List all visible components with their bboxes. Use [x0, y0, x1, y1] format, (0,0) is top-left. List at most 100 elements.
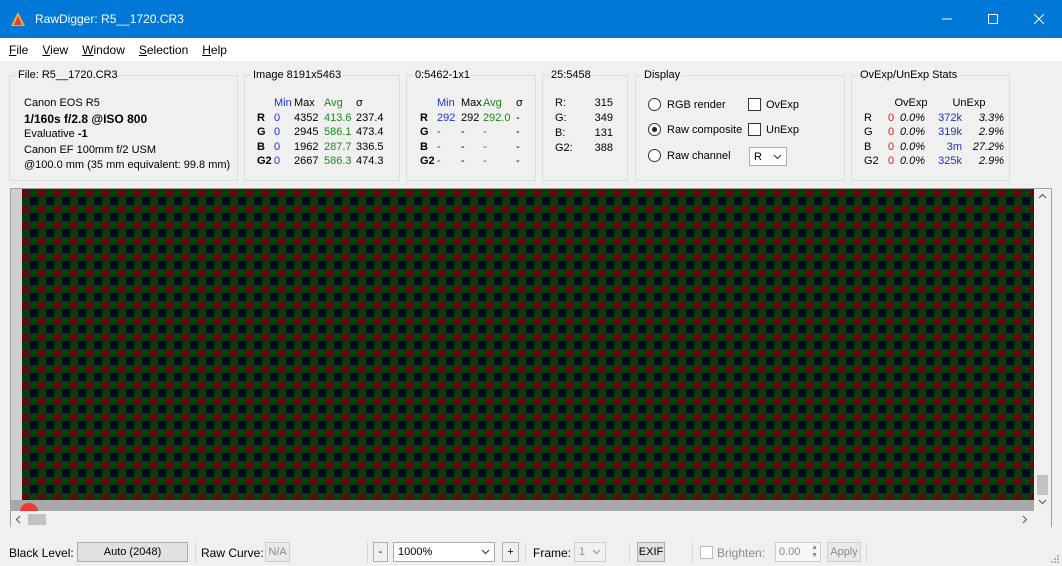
raw-channel-select[interactable]: R	[749, 147, 787, 166]
frame-select[interactable]: 1	[574, 542, 606, 562]
zoom-select[interactable]: 1000%	[393, 542, 495, 562]
table-row: B 0 0.0% 3m 27.2%	[864, 140, 1004, 153]
minimize-button[interactable]	[924, 0, 970, 38]
raw-channel-radio[interactable]: Raw channel	[648, 149, 731, 162]
table-row: G 0 2945 586.1 473.4	[257, 126, 384, 138]
table-row: R 0 0.0% 372k 3.3%	[864, 111, 1004, 124]
raw-composite-radio[interactable]: Raw composite	[648, 123, 742, 136]
table-row: B - - - -	[420, 140, 520, 153]
radio-circle-icon	[648, 98, 661, 111]
viewer-bottom-margin	[11, 500, 1034, 511]
chevron-right-icon[interactable]	[1022, 515, 1028, 524]
brighten-input[interactable]: 0.00 ▲ ▼	[775, 542, 821, 562]
selection-stats-table: Min Max Avg σ R 292 292 292.0 - G - - - …	[420, 96, 526, 169]
divider	[629, 542, 630, 562]
exposure-compensation: -1	[77, 128, 88, 140]
image-viewer[interactable]	[10, 188, 1052, 527]
window-title: RawDigger: R5__1720.CR3	[35, 12, 184, 26]
black-level-label: Black Level:	[9, 546, 74, 560]
image-stats-group: Image 8191x5463 Min Max Avg σ R 0 4352 4…	[244, 68, 400, 181]
selection-stats-title: 0:5462-1x1	[413, 68, 473, 82]
col-min: Min	[274, 97, 292, 109]
ovexp-unexp-title: OvExp/UnExp Stats	[858, 68, 960, 82]
rgb-render-radio[interactable]: RGB render	[648, 98, 726, 111]
selection-stats-group: 0:5462-1x1 Min Max Avg σ R 292 292 292.0…	[406, 68, 536, 181]
checkbox-unchecked-icon	[748, 98, 761, 111]
title-bar: RawDigger: R5__1720.CR3	[0, 0, 1062, 38]
spin-arrows-icon[interactable]: ▲ ▼	[811, 544, 818, 560]
status-bar: Black Level: Auto (2048) Raw Curve: N/A …	[0, 538, 1062, 566]
black-level-button[interactable]: Auto (2048)	[77, 542, 188, 562]
menu-bar: File View Window Selection Help	[0, 38, 1062, 62]
chevron-left-icon[interactable]	[15, 515, 21, 524]
zoom-out-button[interactable]: -	[373, 542, 388, 562]
point-values-group: 25:5458 R: 315 G: 349 B: 131 G2: 388	[542, 68, 628, 181]
table-row: R 0 4352 413.6 237.4	[257, 111, 384, 124]
focal-length: @100.0 mm (35 mm equivalent: 99.8 mm)	[24, 159, 231, 171]
col-avg: Avg	[483, 97, 502, 109]
col-avg: Avg	[324, 97, 343, 109]
vertical-scrollbar[interactable]	[1034, 189, 1051, 511]
maximize-icon	[988, 14, 998, 24]
menu-help[interactable]: Help	[195, 38, 234, 62]
table-row: G 0 0.0% 319k 2.9%	[864, 126, 1004, 138]
exif-button[interactable]: EXIF	[637, 542, 665, 562]
table-row: R 292 292 292.0 -	[420, 111, 520, 124]
horizontal-scrollbar[interactable]	[11, 511, 1051, 527]
brighten-checkbox[interactable]	[700, 546, 713, 559]
divider	[866, 542, 867, 562]
table-row: B 0 1962 287.7 336.5	[257, 140, 384, 153]
col-sigma: σ	[516, 97, 523, 109]
chevron-down-icon	[481, 549, 490, 555]
lens-model: Canon EF 100mm f/2 USM	[24, 143, 157, 156]
chevron-down-icon	[592, 549, 601, 555]
divider	[692, 542, 693, 562]
maximize-button[interactable]	[970, 0, 1016, 38]
menu-file[interactable]: File	[2, 38, 35, 62]
table-row: B: 131	[555, 127, 613, 139]
viewer-left-margin	[11, 189, 22, 511]
table-row: R: 315	[555, 97, 613, 109]
menu-selection[interactable]: Selection	[132, 38, 195, 62]
close-icon	[1034, 14, 1044, 24]
horizontal-scroll-thumb[interactable]	[28, 514, 46, 525]
menu-view[interactable]: View	[35, 38, 75, 62]
rawdigger-app-icon[interactable]	[10, 11, 26, 27]
raw-curve-label: Raw Curve:	[201, 546, 264, 560]
table-row: G2 - - - -	[420, 155, 520, 167]
resize-grip-icon[interactable]	[1050, 554, 1060, 564]
point-values-table: R: 315 G: 349 B: 131 G2: 388	[555, 96, 613, 156]
divider	[367, 542, 368, 562]
col-ovexp: OvExp	[894, 97, 928, 109]
image-stats-title: Image 8191x5463	[251, 68, 344, 82]
close-button[interactable]	[1016, 0, 1062, 38]
radio-selected-icon	[648, 123, 661, 136]
vertical-scroll-thumb[interactable]	[1037, 475, 1048, 495]
frame-label: Frame:	[533, 546, 572, 560]
minimize-icon	[942, 18, 952, 20]
col-sigma: σ	[356, 97, 363, 109]
raw-curve-button[interactable]: N/A	[265, 542, 290, 562]
table-row: G - - - -	[420, 126, 520, 138]
ovexp-checkbox[interactable]: OvExp	[748, 98, 799, 111]
table-row: G2 0 2667 586.3 474.3	[257, 155, 384, 167]
camera-model: Canon EOS R5	[24, 97, 100, 109]
divider	[525, 542, 526, 562]
col-max: Max	[294, 97, 315, 109]
zoom-in-button[interactable]: +	[502, 542, 519, 562]
table-row: G: 349	[555, 112, 613, 124]
bayer-pattern	[22, 189, 1034, 500]
brighten-label: Brighten:	[717, 546, 766, 560]
divider	[195, 542, 196, 562]
metering-mode: Evaluative	[24, 128, 78, 140]
menu-window[interactable]: Window	[75, 38, 132, 62]
chevron-down-icon	[773, 154, 782, 159]
bayer-pattern-canvas[interactable]	[22, 189, 1034, 500]
unexp-checkbox[interactable]: UnExp	[748, 123, 799, 136]
display-group: Display RGB render Raw composite Raw cha…	[635, 68, 845, 181]
apply-button[interactable]: Apply	[827, 542, 861, 562]
ovexp-unexp-group: OvExp/UnExp Stats OvExp UnExp R 0 0.0% 3…	[851, 68, 1010, 181]
col-unexp: UnExp	[952, 97, 986, 109]
chevron-down-icon[interactable]	[1038, 499, 1047, 505]
chevron-up-icon[interactable]	[1038, 193, 1047, 199]
